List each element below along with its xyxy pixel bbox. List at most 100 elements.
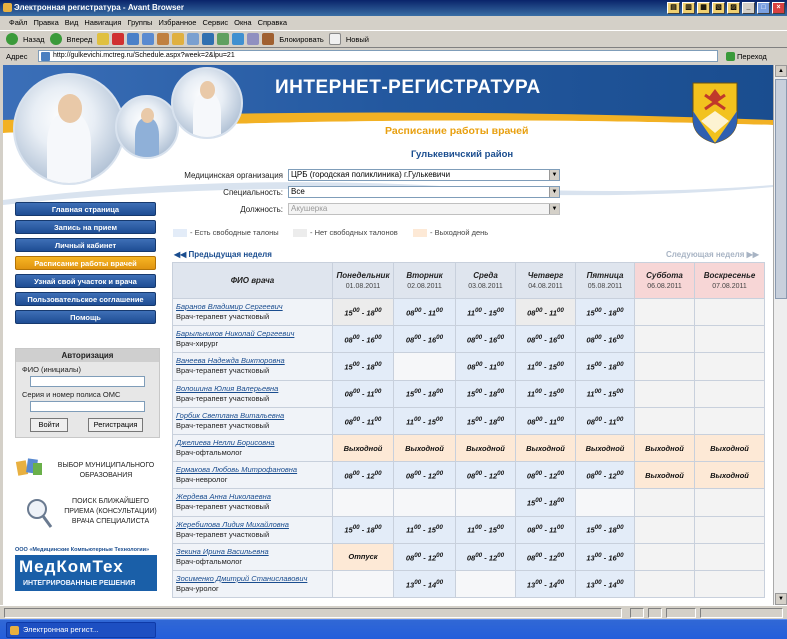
nav-schedule[interactable]: Расписание работы врачей <box>15 256 156 270</box>
schedule-cell[interactable]: 0800 - 1600 <box>575 325 635 354</box>
nav-home[interactable]: Главная страница <box>15 202 156 216</box>
schedule-cell[interactable]: 0800 - 1200 <box>515 461 576 490</box>
nav-help[interactable]: Помощь <box>15 310 156 324</box>
popup-block-icon[interactable] <box>262 33 275 45</box>
close-button[interactable]: × <box>772 2 785 14</box>
menu-tools[interactable]: Сервис <box>199 16 231 30</box>
menu-edit[interactable]: Правка <box>30 16 61 30</box>
login-button[interactable]: Войти <box>30 418 68 432</box>
pin-icon[interactable] <box>97 33 110 45</box>
go-button[interactable]: Переход <box>726 51 767 61</box>
doctor-link[interactable]: Волошина Юлия Валерьевна <box>176 384 332 394</box>
register-button[interactable]: Регистрация <box>88 418 143 432</box>
schedule-cell[interactable]: 1500 - 1800 <box>455 379 516 408</box>
home-icon[interactable] <box>142 33 155 45</box>
schedule-cell[interactable]: 0800 - 1200 <box>575 461 635 490</box>
schedule-cell[interactable]: 1100 - 1500 <box>515 352 576 381</box>
doctor-link[interactable]: Жеребилова Лидия Михайловна <box>176 520 332 530</box>
schedule-cell[interactable]: 1500 - 1800 <box>455 406 516 435</box>
menu-help[interactable]: Справка <box>255 16 290 30</box>
favorites-icon[interactable] <box>172 33 185 45</box>
menu-favorites[interactable]: Избранное <box>155 16 199 30</box>
doctor-link[interactable]: Зосименко Дмитрий Станиславович <box>176 574 332 584</box>
schedule-cell[interactable]: 0800 - 1100 <box>332 406 394 435</box>
schedule-cell[interactable]: 0800 - 1100 <box>515 515 576 544</box>
schedule-cell[interactable]: 1100 - 1500 <box>393 515 456 544</box>
schedule-cell[interactable]: 0800 - 1200 <box>393 461 456 490</box>
map-icon[interactable] <box>15 457 45 479</box>
new-button[interactable]: Новый <box>344 35 371 44</box>
schedule-cell[interactable]: 1300 - 1600 <box>575 542 635 571</box>
history-icon[interactable] <box>157 33 170 45</box>
window-list-icon[interactable]: ▨ <box>727 2 740 14</box>
doctor-link[interactable]: Баранов Владимир Сергеевич <box>176 302 332 312</box>
menu-navigation[interactable]: Навигация <box>81 16 124 30</box>
schedule-cell[interactable]: 0800 - 1200 <box>455 542 516 571</box>
maximize-button[interactable]: □ <box>757 2 770 14</box>
stop-icon[interactable] <box>112 33 125 45</box>
globe-icon[interactable] <box>232 33 245 45</box>
new-tab-icon[interactable] <box>328 33 341 45</box>
nav-find-district[interactable]: Узнай свой участок и врача <box>15 274 156 288</box>
back-icon[interactable] <box>6 33 18 45</box>
schedule-cell[interactable]: 1500 - 1800 <box>575 352 635 381</box>
magnifier-icon[interactable] <box>25 497 53 529</box>
schedule-cell[interactable]: 1500 - 1800 <box>332 515 394 544</box>
block-button[interactable]: Блокировать <box>277 35 326 44</box>
schedule-cell[interactable]: 1500 - 1800 <box>332 352 394 381</box>
schedule-cell[interactable]: 1300 - 1400 <box>393 569 456 599</box>
doctor-link[interactable]: Горбик Светлана Витальевна <box>176 411 332 421</box>
schedule-cell[interactable]: 0800 - 1600 <box>455 325 516 354</box>
schedule-cell[interactable]: 0800 - 1100 <box>393 297 456 327</box>
doctor-link[interactable]: Зекина Ирина Васильевна <box>176 547 332 557</box>
cascade-icon[interactable]: ▥ <box>682 2 695 14</box>
schedule-cell[interactable]: 1300 - 1400 <box>515 569 576 599</box>
minimize-button[interactable]: _ <box>742 2 755 14</box>
policy-input[interactable] <box>30 401 145 412</box>
vertical-scrollbar[interactable]: ▲ ▼ <box>773 65 787 605</box>
brand-logo[interactable]: МедКомТех ИНТЕГРИРОВАННЫЕ РЕШЕНИЯ <box>15 555 157 591</box>
mail-icon[interactable] <box>217 33 230 45</box>
menu-windows[interactable]: Окна <box>231 16 254 30</box>
municipal-link[interactable]: ВЫБОР МУНИЦИПАЛЬНОГО ОБРАЗОВАНИЯ <box>51 461 161 481</box>
schedule-cell[interactable]: 0800 - 1200 <box>332 461 394 490</box>
org-select[interactable]: ЦРБ (городская поликлиника) г.Гулькевичи… <box>288 169 560 181</box>
favorites-icon[interactable]: ▧ <box>712 2 725 14</box>
scroll-down-icon[interactable]: ▼ <box>775 593 787 605</box>
schedule-cell[interactable]: 0800 - 1100 <box>455 352 516 381</box>
schedule-cell[interactable]: 0800 - 1200 <box>455 461 516 490</box>
nav-agreement[interactable]: Пользовательское соглашение <box>15 292 156 306</box>
scroll-thumb[interactable] <box>775 79 787 299</box>
search-link[interactable]: ПОИСК БЛИЖАЙШЕГО ПРИЕМА (КОНСУЛЬТАЦИИ) В… <box>58 497 163 527</box>
schedule-cell[interactable]: 1300 - 1400 <box>575 569 635 599</box>
doctor-link[interactable]: Джелиева Нелли Борисовна <box>176 438 332 448</box>
forward-button[interactable]: Вперед <box>65 35 95 44</box>
schedule-cell[interactable]: 0800 - 1100 <box>515 297 576 327</box>
schedule-cell[interactable]: 1500 - 1800 <box>332 297 394 327</box>
nav-account[interactable]: Личный кабинет <box>15 238 156 252</box>
schedule-cell[interactable]: 0800 - 1600 <box>515 325 576 354</box>
schedule-cell[interactable]: 1500 - 1800 <box>393 379 456 408</box>
search-icon[interactable] <box>187 33 200 45</box>
doctor-link[interactable]: Жердева Анна Николаевна <box>176 492 332 502</box>
doctor-link[interactable]: Барыльников Николай Сергеевич <box>176 329 332 339</box>
schedule-cell[interactable]: 0800 - 1200 <box>515 542 576 571</box>
schedule-cell[interactable]: 0800 - 1100 <box>515 406 576 435</box>
menu-view[interactable]: Вид <box>62 16 82 30</box>
doctor-link[interactable]: Ванеева Надежда Викторовна <box>176 356 332 366</box>
folder-icon[interactable]: ▦ <box>697 2 710 14</box>
schedule-cell[interactable]: 1100 - 1500 <box>393 406 456 435</box>
schedule-cell[interactable]: 1100 - 1500 <box>455 515 516 544</box>
schedule-cell[interactable]: 0800 - 1600 <box>393 325 456 354</box>
doctor-link[interactable]: Ермакова Любовь Митрофановна <box>176 465 332 475</box>
menu-file[interactable]: Файл <box>6 16 30 30</box>
schedule-cell[interactable]: 0800 - 1200 <box>393 542 456 571</box>
scroll-up-icon[interactable]: ▲ <box>775 65 787 77</box>
schedule-cell[interactable]: 1500 - 1800 <box>515 488 576 517</box>
next-week-link[interactable]: Следующая неделя ▶▶ <box>666 250 759 259</box>
menu-groups[interactable]: Группы <box>124 16 155 30</box>
tile-icon[interactable]: ▤ <box>667 2 680 14</box>
print-icon[interactable] <box>202 33 215 45</box>
schedule-cell[interactable]: 0800 - 1600 <box>332 325 394 354</box>
fio-input[interactable] <box>30 376 145 387</box>
